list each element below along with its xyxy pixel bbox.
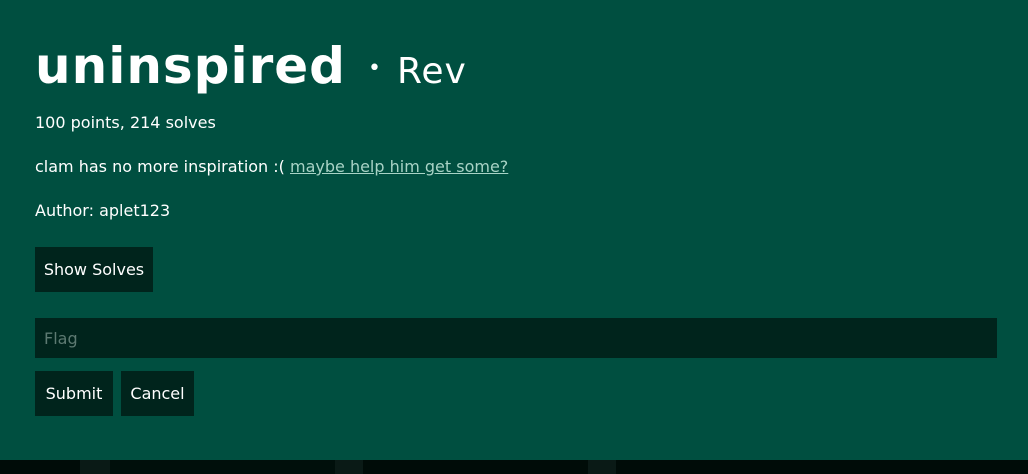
background-card (335, 460, 363, 474)
title-separator: • (367, 56, 381, 81)
challenge-category: Rev (396, 51, 467, 92)
challenge-author: Author: aplet123 (35, 201, 171, 220)
description-link[interactable]: maybe help him get some? (290, 157, 508, 176)
challenge-modal: uninspired • Rev 100 points, 214 solves … (0, 0, 1028, 460)
flag-input[interactable] (35, 318, 997, 358)
background-card (110, 460, 335, 474)
submit-button[interactable]: Submit (35, 371, 113, 416)
background-card (588, 460, 616, 474)
challenge-title: uninspired (35, 37, 346, 95)
description-text: clam has no more inspiration :( (35, 157, 285, 176)
challenge-description: clam has no more inspiration :( maybe he… (35, 157, 508, 176)
cancel-button[interactable]: Cancel (121, 371, 194, 416)
show-solves-button[interactable]: Show Solves (35, 247, 153, 292)
challenge-stats: 100 points, 214 solves (35, 113, 216, 132)
challenge-header: uninspired • Rev (35, 36, 467, 96)
background-card (80, 460, 110, 474)
